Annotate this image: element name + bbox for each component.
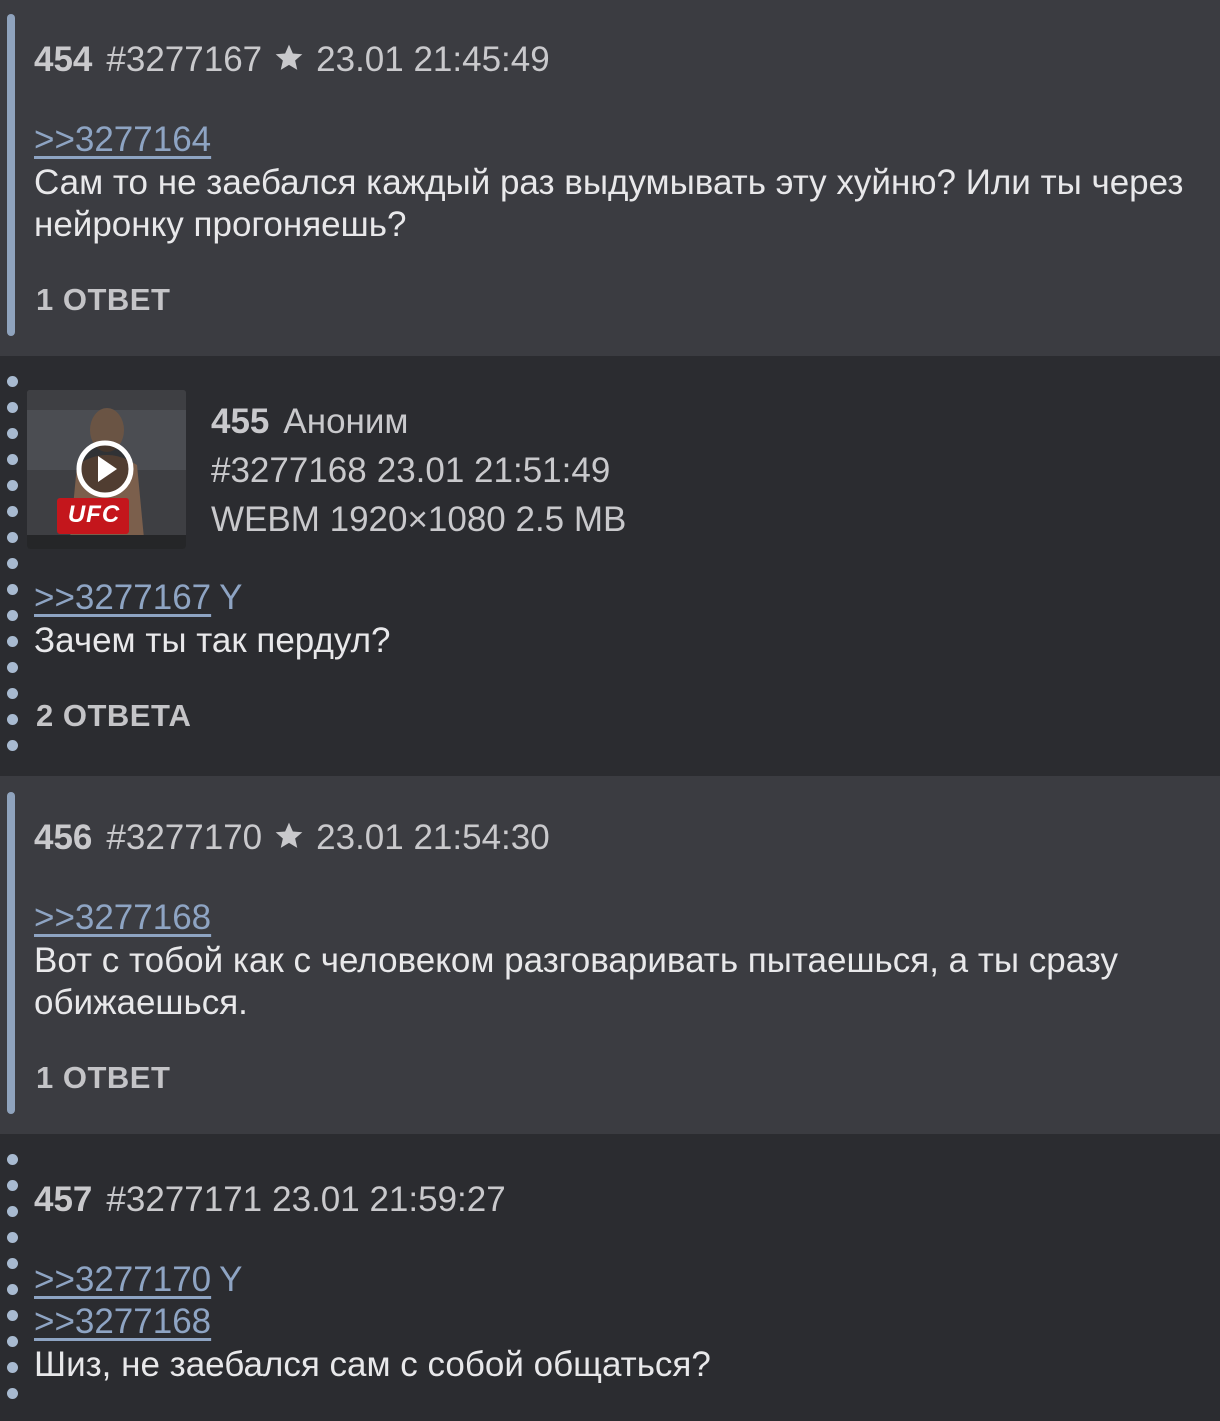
post-456: 456 #3277170 23.01 21:54:30 >>3277168 Вот … bbox=[0, 776, 1220, 1134]
reply-link-text[interactable]: >>3277170 bbox=[34, 1260, 211, 1299]
reply-link[interactable]: >>3277168 bbox=[34, 898, 211, 938]
reply-thread-dots bbox=[7, 356, 19, 776]
post-id[interactable]: #3277171 bbox=[106, 1180, 262, 1219]
poster-name: Аноним bbox=[283, 402, 409, 441]
play-icon[interactable] bbox=[75, 439, 135, 499]
replies-link[interactable]: 1 ОТВЕТ bbox=[36, 1060, 170, 1096]
you-marker: Y bbox=[219, 1260, 243, 1299]
post-header: 454 #3277167 23.01 21:45:49 bbox=[34, 40, 550, 83]
post-date: 23.01 21:59:27 bbox=[272, 1180, 506, 1219]
post-number[interactable]: 454 bbox=[34, 40, 92, 79]
post-header: 455 Аноним bbox=[211, 402, 409, 442]
post-454: 454 #3277167 23.01 21:45:49 >>3277164 Сам … bbox=[0, 0, 1220, 356]
video-thumbnail[interactable]: UFC bbox=[27, 390, 186, 549]
reply-link-text[interactable]: >>3277167 bbox=[34, 578, 211, 617]
post-id-line: #3277168 23.01 21:51:49 bbox=[211, 451, 610, 491]
post-457: 457 #3277171 23.01 21:59:27 >>3277170 Y >>3… bbox=[0, 1134, 1220, 1421]
post-number[interactable]: 455 bbox=[211, 402, 269, 441]
post-number[interactable]: 457 bbox=[34, 1180, 92, 1219]
star-icon[interactable] bbox=[272, 42, 306, 83]
you-marker: Y bbox=[219, 578, 243, 617]
post-date: 23.01 21:51:49 bbox=[376, 451, 611, 490]
reply-link[interactable]: >>3277167 Y bbox=[34, 578, 243, 618]
reply-thread-dots bbox=[7, 1134, 19, 1421]
thumbnail-logo: UFC bbox=[67, 501, 121, 528]
post-message: Шиз, не заебался сам с собой общаться? bbox=[34, 1345, 711, 1384]
post-id[interactable]: #3277167 bbox=[106, 40, 262, 79]
file-info[interactable]: WEBM 1920×1080 2.5 MB bbox=[211, 500, 626, 540]
replies-link[interactable]: 1 ОТВЕТ bbox=[36, 282, 170, 318]
post-message: Сам то не заебался каждый раз выдумывать… bbox=[34, 163, 1184, 244]
post-header: 457 #3277171 23.01 21:59:27 bbox=[34, 1180, 506, 1220]
post-message: Зачем ты так пердул? bbox=[34, 621, 391, 660]
post-id[interactable]: #3277168 bbox=[211, 451, 367, 490]
star-icon[interactable] bbox=[272, 820, 306, 861]
reply-link[interactable]: >>3277170 Y bbox=[34, 1260, 243, 1300]
post-455: UFC 455 Аноним #3277168 23.01 21:51:49 WEB… bbox=[0, 356, 1220, 776]
post-header: 456 #3277170 23.01 21:54:30 bbox=[34, 818, 550, 861]
replies-link[interactable]: 2 ОТВЕТА bbox=[36, 698, 191, 734]
own-post-marker bbox=[7, 792, 15, 1114]
own-post-marker bbox=[7, 14, 15, 336]
post-date: 23.01 21:45:49 bbox=[316, 40, 550, 79]
reply-link[interactable]: >>3277168 bbox=[34, 1302, 211, 1342]
post-number[interactable]: 456 bbox=[34, 818, 92, 857]
post-date: 23.01 21:54:30 bbox=[316, 818, 550, 857]
reply-link[interactable]: >>3277164 bbox=[34, 120, 211, 160]
post-id[interactable]: #3277170 bbox=[106, 818, 262, 857]
post-message: Вот с тобой как с человеком разговариват… bbox=[34, 941, 1118, 1022]
